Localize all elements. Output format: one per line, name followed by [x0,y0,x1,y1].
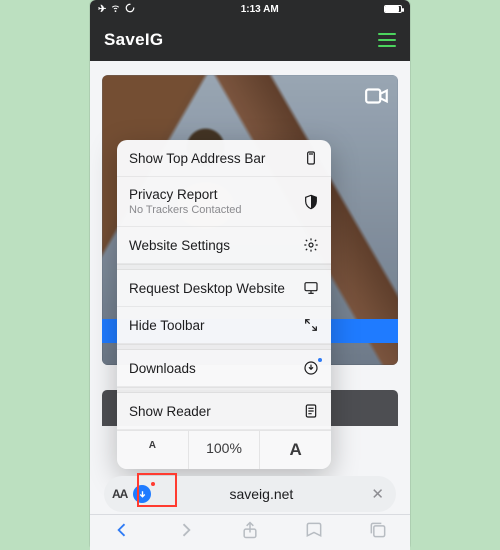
gear-icon [303,237,319,253]
loading-icon [125,3,135,16]
menu-hide-toolbar[interactable]: Hide Toolbar [117,307,331,344]
zoom-out-button[interactable]: A [117,431,188,469]
menu-label: Request Desktop Website [129,281,285,296]
url-text: saveig.net [151,486,371,502]
menu-privacy-report[interactable]: Privacy Report No Trackers Contacted [117,177,331,227]
site-brand: SaveIG [104,30,163,50]
shield-icon [303,194,319,210]
share-button[interactable] [240,520,260,545]
airplane-icon: ✈︎ [98,4,106,15]
menu-icon[interactable] [378,33,396,47]
battery-icon [384,5,402,13]
phone-icon [303,150,319,166]
zoom-in-button[interactable]: A [259,431,331,469]
menu-label: Show Top Address Bar [129,151,265,166]
status-time: 1:13 AM [241,4,279,15]
bookmarks-button[interactable] [304,520,324,545]
zoom-controls: A 100% A [117,430,331,469]
wifi-icon [110,2,121,16]
page-settings-menu: Show Top Address Bar Privacy Report No T… [117,140,331,469]
forward-button[interactable] [176,520,196,545]
video-icon [364,83,390,114]
desktop-icon [303,280,319,296]
menu-show-top-address[interactable]: Show Top Address Bar [117,140,331,177]
menu-label: Hide Toolbar [129,318,205,333]
address-bar[interactable]: AA saveig.net ✕ [104,476,396,512]
stop-reload-button[interactable]: ✕ [371,485,384,503]
site-header: SaveIG [90,18,410,61]
menu-label: Privacy Report [129,187,242,202]
notification-dot [318,358,322,362]
menu-sublabel: No Trackers Contacted [129,204,242,216]
reader-icon [303,403,319,419]
menu-show-reader[interactable]: Show Reader [117,393,331,430]
menu-label: Downloads [129,361,196,376]
downloads-indicator[interactable] [133,485,151,503]
page-format-button[interactable]: AA [112,487,127,501]
status-bar: ✈︎ 1:13 AM [90,0,410,18]
menu-request-desktop[interactable]: Request Desktop Website [117,270,331,307]
tabs-button[interactable] [368,520,388,545]
zoom-level[interactable]: 100% [188,431,260,469]
back-button[interactable] [112,520,132,545]
arrow-down-icon [137,489,148,500]
menu-label: Show Reader [129,404,211,419]
menu-downloads[interactable]: Downloads [117,350,331,387]
expand-icon [303,317,319,333]
menu-label: Website Settings [129,238,230,253]
download-icon [303,360,319,376]
menu-website-settings[interactable]: Website Settings [117,227,331,264]
browser-toolbar [90,514,410,550]
